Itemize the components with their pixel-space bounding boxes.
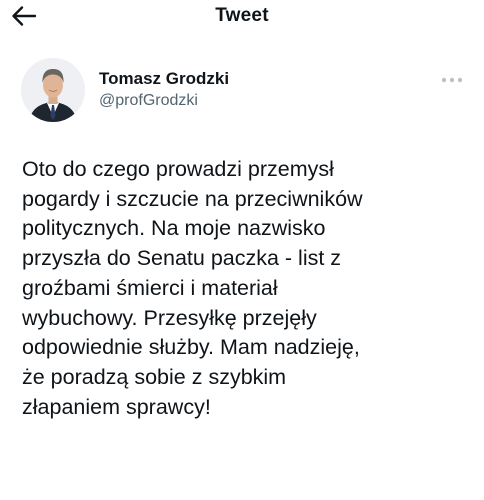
- tweet-author: Tomasz Grodzki @profGrodzki: [0, 56, 484, 128]
- more-options-button[interactable]: [440, 73, 464, 85]
- author-handle[interactable]: @profGrodzki: [99, 92, 198, 110]
- top-bar: Tweet: [0, 0, 484, 34]
- author-display-name[interactable]: Tomasz Grodzki: [99, 69, 229, 89]
- profile-photo: [21, 58, 85, 122]
- more-dots-icon: [441, 77, 463, 83]
- avatar[interactable]: [21, 58, 85, 122]
- tweet-text: Oto do czego prowadzi przemysł pogardy i…: [22, 157, 363, 419]
- page-title: Tweet: [215, 5, 269, 26]
